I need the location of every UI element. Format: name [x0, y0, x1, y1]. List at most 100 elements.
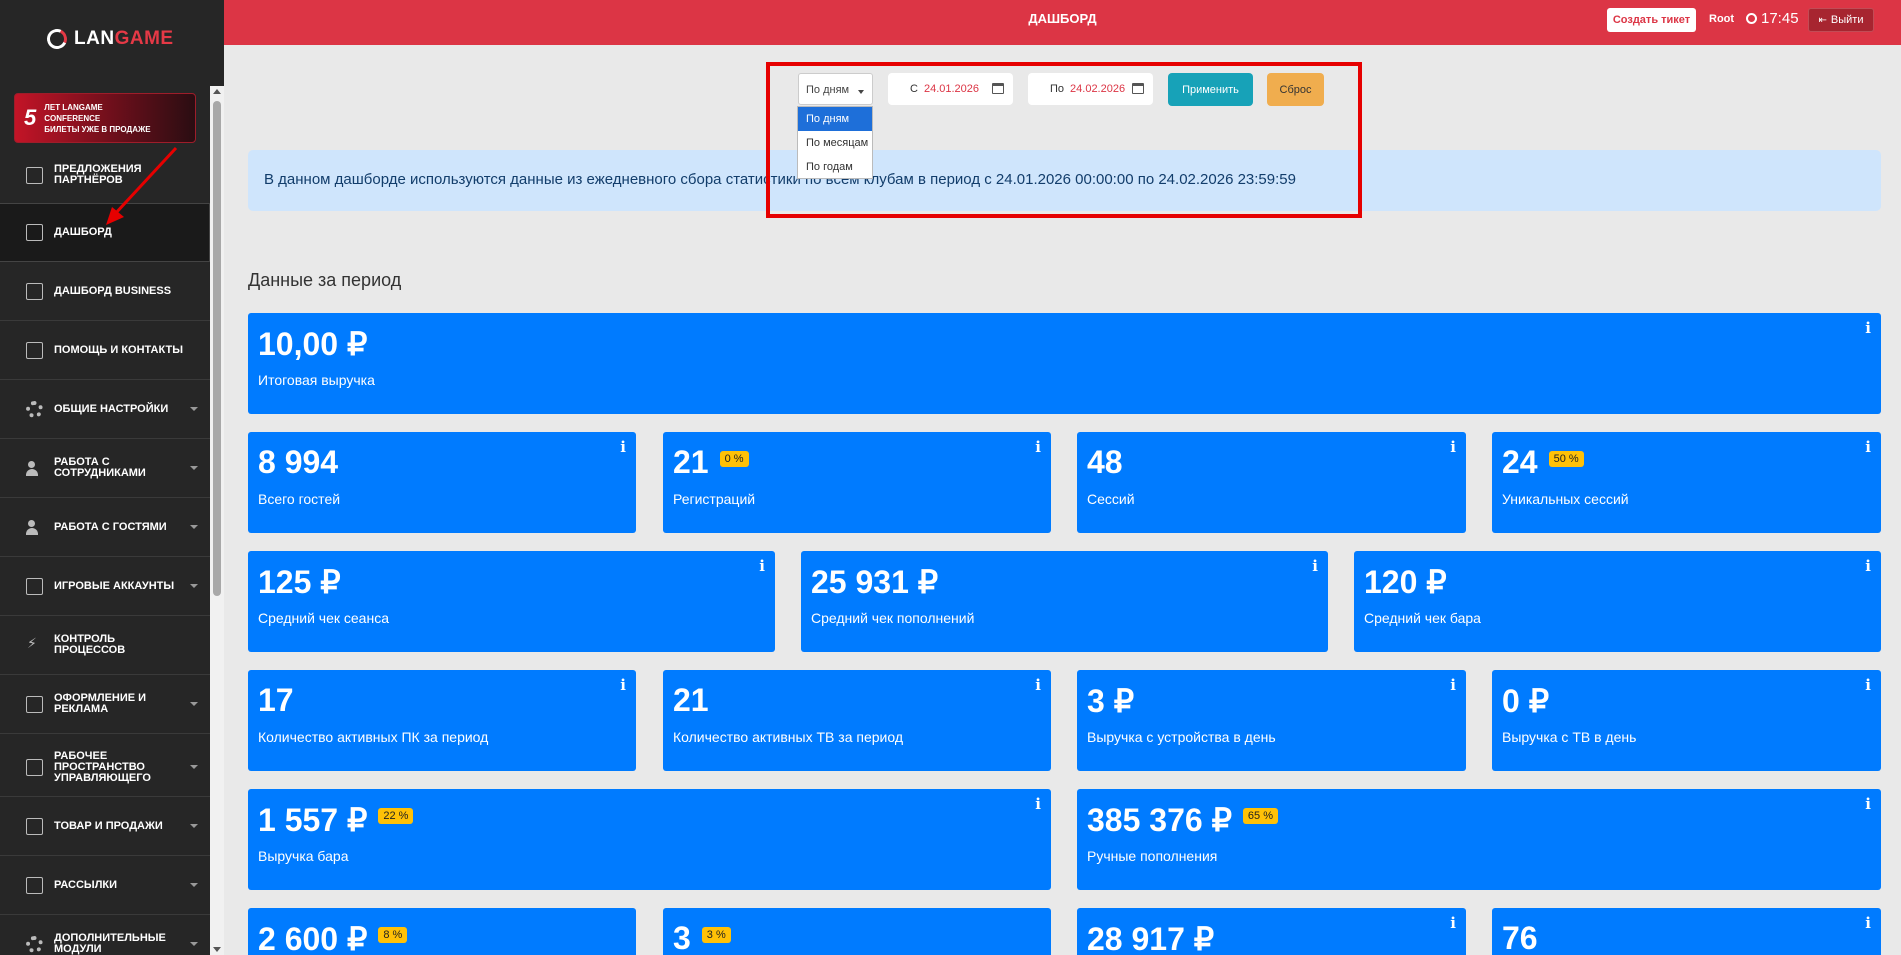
card-value: 120 ₽ [1364, 563, 1447, 601]
scroll-up-icon[interactable] [213, 89, 221, 94]
card-avg-bar-check: 120 ₽ Средний чек бара i [1354, 551, 1881, 652]
sidebar-item-mailings[interactable]: РАССЫЛКИ [0, 856, 210, 915]
edit-icon [26, 282, 43, 300]
info-icon[interactable]: i [1450, 438, 1456, 456]
reset-button[interactable]: Сброс [1267, 73, 1324, 106]
chevron-down-icon [190, 466, 198, 470]
card-row6-b: 3 3 % [663, 908, 1051, 955]
promo-line-1: ЛЕТ LANGAME [44, 102, 103, 112]
edit-icon [26, 166, 43, 184]
card-value-text: 10,00 ₽ [258, 326, 368, 362]
card-row6-c: 28 917 ₽ i [1077, 908, 1466, 955]
card-avg-topup-check: 25 931 ₽ Средний чек пополнений i [801, 551, 1328, 652]
card-total-revenue: 10,00 ₽ Итоговая выручка i [248, 313, 1881, 414]
sidebar-item-label: ТОВАР И ПРОДАЖИ [54, 819, 163, 832]
card-value: 25 931 ₽ [811, 563, 938, 601]
card-value-text: 25 931 ₽ [811, 564, 939, 600]
card-label: Регистраций [673, 491, 756, 507]
sidebar-item-extra-modules[interactable]: ДОПОЛНИТЕЛЬНЫЕ МОДУЛИ [0, 915, 210, 955]
notebook-icon [26, 224, 43, 241]
sidebar-item-staff[interactable]: РАБОТА С СОТРУДНИКАМИ [0, 439, 210, 498]
period-select[interactable]: По дням [798, 73, 873, 105]
calendar-icon[interactable] [992, 83, 1004, 94]
info-icon[interactable]: i [759, 557, 765, 575]
sidebar-item-dashboard-business[interactable]: ДАШБОРД BUSINESS [0, 262, 210, 321]
edit-icon [26, 341, 43, 359]
user-name[interactable]: Root [1709, 13, 1734, 25]
card-value: 3 3 % [673, 920, 731, 955]
info-icon[interactable]: i [1450, 914, 1456, 932]
logout-button[interactable]: ⇤ Выйти [1808, 8, 1874, 32]
sidebar-item-label: РАБОТА С ГОСТЯМИ [54, 520, 167, 533]
sidebar-item-design-ads[interactable]: ОФОРМЛЕНИЕ И РЕКЛАМА [0, 675, 210, 734]
promo-number: 5 [24, 105, 37, 130]
sidebar-item-general-settings[interactable]: ОБЩИЕ НАСТРОЙКИ [0, 380, 210, 439]
gear-icon [26, 935, 43, 953]
info-icon[interactable]: i [1312, 557, 1318, 575]
scrollbar-thumb[interactable] [213, 101, 221, 596]
info-icon[interactable]: i [1865, 319, 1871, 337]
card-value-text: 3 ₽ [1087, 683, 1135, 719]
sidebar-item-label: КОНТРОЛЬ ПРОЦЕССОВ [54, 633, 126, 656]
card-value: 48 [1087, 444, 1123, 481]
card-label: Выручка с устройства в день [1087, 729, 1276, 745]
card-value: 8 994 [258, 444, 338, 481]
card-value-text: 76 [1502, 920, 1538, 955]
percent-badge: 50 % [1548, 450, 1584, 467]
card-label: Итоговая выручка [258, 372, 375, 388]
sidebar-item-help[interactable]: ПОМОЩЬ И КОНТАКТЫ [0, 321, 210, 380]
info-icon[interactable]: i [1865, 795, 1871, 813]
chevron-down-icon [190, 942, 198, 946]
info-icon[interactable]: i [1865, 914, 1871, 932]
info-icon[interactable]: i [1035, 438, 1041, 456]
card-label: Средний чек бара [1364, 610, 1481, 626]
info-icon[interactable]: i [1035, 676, 1041, 694]
sidebar-item-manager-workspace[interactable]: РАБОЧЕЕ ПРОСТРАНСТВО УПРАВЛЯЮЩЕГО [0, 738, 210, 797]
card-label: Сессий [1087, 491, 1135, 507]
percent-badge: 22 % [378, 808, 414, 824]
date-to-field[interactable]: По 24.02.2026 [1028, 73, 1153, 105]
info-icon[interactable]: i [620, 676, 626, 694]
logo-text-lan: LAN [74, 28, 115, 49]
apply-button[interactable]: Применить [1168, 73, 1253, 106]
percent-badge: 0 % [719, 450, 749, 467]
percent-badge: 65 % [1242, 808, 1278, 824]
sidebar-scrollbar[interactable] [210, 86, 224, 955]
sidebar-item-guests[interactable]: РАБОТА С ГОСТЯМИ [0, 498, 210, 557]
langame-logo[interactable]: LANGAME [44, 26, 174, 52]
info-icon[interactable]: i [1865, 557, 1871, 575]
chevron-down-icon [190, 584, 198, 588]
period-option-months[interactable]: По месяцам [798, 131, 872, 155]
card-value: 21 0 % [673, 444, 749, 481]
card-label: Количество активных ТВ за период [673, 729, 903, 745]
date-from-field[interactable]: С 24.01.2026 [888, 73, 1013, 105]
gear-icon [26, 400, 43, 418]
people-icon [26, 460, 43, 477]
period-option-days[interactable]: По дням [798, 107, 872, 131]
card-active-pc: 17 Количество активных ПК за период i [248, 670, 636, 771]
info-icon[interactable]: i [1865, 676, 1871, 694]
period-option-years[interactable]: По годам [798, 155, 872, 179]
chevron-down-icon [190, 702, 198, 706]
clock: 17:45 [1746, 10, 1799, 27]
date-to-value: 24.02.2026 [1070, 83, 1126, 95]
sidebar-item-process-control[interactable]: КОНТРОЛЬ ПРОЦЕССОВ [0, 616, 210, 675]
bolt-icon [26, 636, 43, 654]
create-ticket-button[interactable]: Создать тикет [1607, 8, 1696, 32]
info-icon[interactable]: i [620, 438, 626, 456]
percent-badge: 8 % [378, 927, 408, 943]
scroll-down-icon[interactable] [213, 947, 221, 952]
card-active-tv: 21 Количество активных ТВ за период i [663, 670, 1051, 771]
info-icon[interactable]: i [1450, 676, 1456, 694]
info-icon[interactable]: i [1035, 795, 1041, 813]
info-icon[interactable]: i [1865, 438, 1871, 456]
caret-down-icon [858, 90, 864, 94]
sidebar-item-products-sales[interactable]: ТОВАР И ПРОДАЖИ [0, 797, 210, 856]
card-value: 24 50 % [1502, 444, 1584, 481]
sidebar-item-game-accounts[interactable]: ИГРОВЫЕ АККАУНТЫ [0, 557, 210, 616]
briefcase-icon [26, 758, 43, 776]
conference-promo-banner[interactable]: 5 ЛЕТ LANGAME CONFERENCE БИЛЕТЫ УЖЕ В ПР… [14, 93, 196, 143]
chevron-down-icon [190, 824, 198, 828]
calendar-icon[interactable] [1132, 83, 1144, 94]
card-value: 385 376 ₽ 65 % [1087, 801, 1278, 839]
